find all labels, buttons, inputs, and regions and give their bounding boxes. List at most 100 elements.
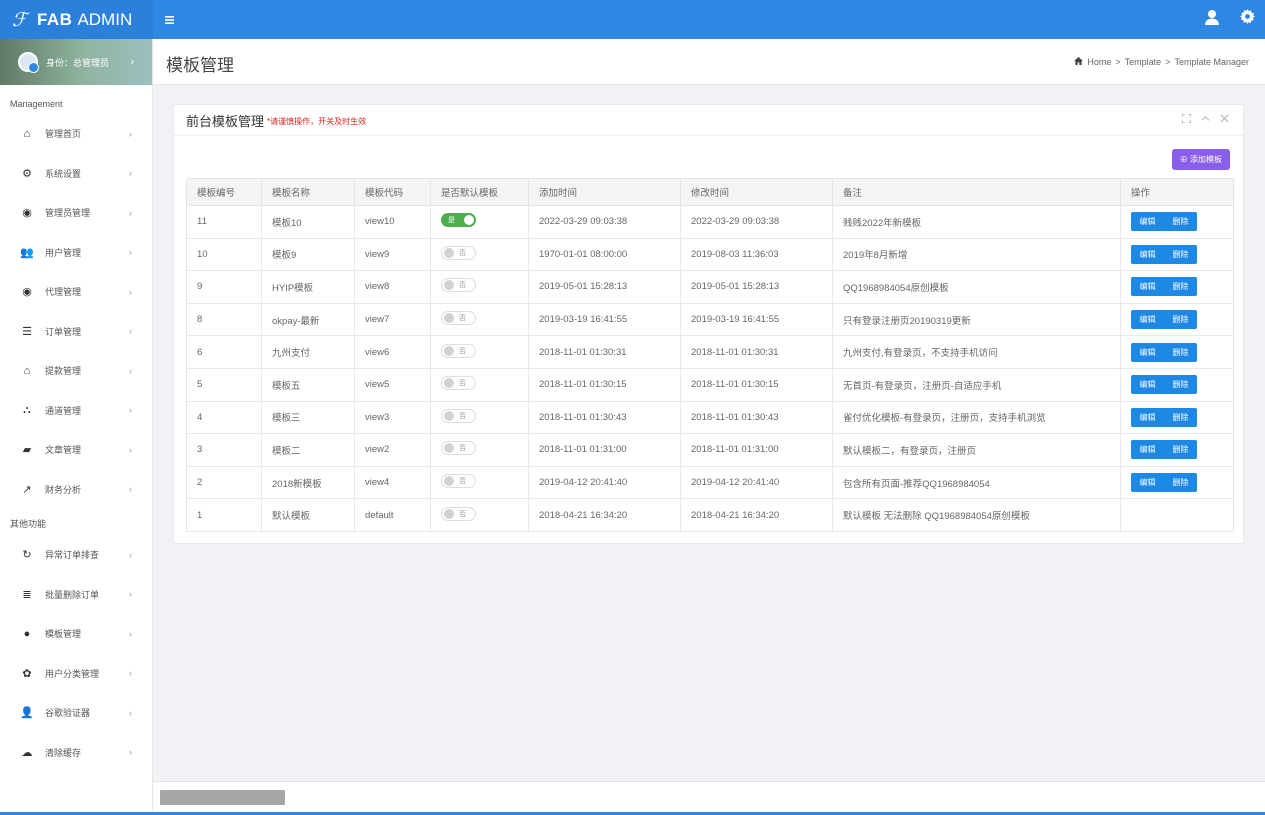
delete-button[interactable]: 删除 [1164, 342, 1197, 362]
close-icon[interactable] [1220, 114, 1229, 126]
horizontal-scrollbar[interactable] [160, 790, 285, 805]
delete-button[interactable]: 删除 [1164, 440, 1197, 460]
default-toggle[interactable]: 否 [441, 343, 476, 358]
sidebar-item-bag[interactable]: ⌂ 提款管理 › [0, 351, 152, 391]
cell-default: 否 [430, 400, 529, 435]
cell-modified-time: 2018-11-01 01:31:00 [680, 433, 833, 467]
breadcrumb-template[interactable]: Template [1125, 57, 1162, 67]
toggle-knob [444, 378, 454, 389]
cell-added-time: 2019-05-01 15:28:13 [528, 270, 681, 304]
cell-added-time: 2018-11-01 01:30:31 [528, 335, 681, 369]
cell-note: 默认模板 无法删除 QQ1968984054原创模板 [832, 498, 1121, 532]
cell-id: 9 [186, 270, 262, 304]
cell-note: 只有登录注册页20190319更新 [832, 302, 1121, 337]
sidebar-item-label: 财务分析 [45, 484, 82, 495]
sidebar-item-label: 谷歌验证器 [45, 708, 91, 719]
cell-modified-time: 2019-05-01 15:28:13 [680, 270, 833, 304]
toggle-knob [444, 410, 454, 421]
cell-name: HYIP模板 [261, 270, 355, 304]
delete-button[interactable]: 删除 [1164, 212, 1197, 232]
panel-header: 前台模板管理 *请谨慎操作，开关及时生效 [174, 105, 1243, 136]
edit-button[interactable]: 编辑 [1131, 375, 1164, 395]
edit-button[interactable]: 编辑 [1131, 310, 1164, 330]
delete-button[interactable]: 删除 [1164, 473, 1197, 493]
default-toggle[interactable]: 否 [441, 506, 476, 521]
hamburger-icon[interactable] [165, 12, 174, 27]
sidebar-item-cogs[interactable]: ⚙ 系统设置 › [0, 154, 152, 194]
toggle-text: 否 [459, 445, 466, 453]
user-circle-icon: ◉ [22, 286, 32, 299]
collapse-icon[interactable] [1201, 114, 1210, 126]
cell-actions: 编辑 删除 [1120, 400, 1234, 435]
cell-default: 否 [430, 302, 529, 337]
delete-button[interactable]: 删除 [1164, 310, 1197, 330]
sidebar-item-bank[interactable]: ⛬ 通道管理 › [0, 391, 152, 431]
cell-added-time: 2019-03-19 16:41:55 [528, 302, 681, 337]
edit-button[interactable]: 编辑 [1131, 244, 1164, 264]
default-toggle[interactable]: 否 [441, 376, 476, 391]
delete-button[interactable]: 删除 [1164, 407, 1197, 427]
default-toggle[interactable]: 否 [441, 245, 476, 260]
sidebar-item-refresh[interactable]: ↻ 异常订单排查 › [0, 535, 152, 575]
sidebar-item-user-circle[interactable]: ◉ 管理员管理 › [0, 193, 152, 233]
edit-button[interactable]: 编辑 [1131, 407, 1164, 427]
cell-id: 2 [186, 465, 262, 500]
default-toggle[interactable]: 否 [441, 441, 476, 456]
toggle-knob [444, 280, 454, 291]
cell-modified-time: 2018-11-01 01:30:31 [680, 335, 833, 369]
sidebar-item-user[interactable]: 👤 谷歌验证器 › [0, 693, 152, 733]
sidebar: 身份：总管理员 › Management ⌂ 管理首页 › ⚙ 系统设置 › ◉ 管理员管理 ›… [0, 39, 153, 815]
cell-default: 否 [430, 433, 529, 467]
profile-bar[interactable]: 身份：总管理员 › [0, 39, 152, 85]
toggle-text: 否 [459, 510, 466, 518]
sidebar-item-label: 模板管理 [45, 629, 82, 640]
sidebar-item-label: 管理首页 [45, 129, 82, 140]
toggle-knob [444, 443, 454, 454]
toggle-text: 否 [459, 282, 466, 290]
default-toggle[interactable]: 否 [441, 311, 476, 326]
add-template-button[interactable]: ⊕ 添加模板 [1171, 149, 1230, 170]
default-toggle[interactable]: 否 [441, 408, 476, 423]
default-toggle[interactable]: 是 [441, 213, 476, 228]
sidebar-item-user-circle[interactable]: ◉ 代理管理 › [0, 272, 152, 312]
breadcrumb-home[interactable]: Home [1087, 57, 1111, 67]
delete-button[interactable]: 删除 [1164, 375, 1197, 395]
gear-icon[interactable] [1240, 9, 1255, 28]
sidebar-item-label: 清除缓存 [45, 747, 82, 758]
cell-actions: 编辑 删除 [1120, 465, 1234, 500]
sidebar-item-home[interactable]: ⌂ 管理首页 › [0, 114, 152, 154]
cell-id: 3 [186, 433, 262, 467]
sidebar-item-chart-line[interactable]: ↗ 财务分析 › [0, 470, 152, 510]
cell-modified-time: 2019-08-03 11:36:03 [680, 237, 833, 272]
edit-button[interactable]: 编辑 [1131, 342, 1164, 362]
chevron-right-icon: › [129, 668, 132, 679]
sidebar-item-wechat[interactable]: ✿ 用户分类管理 › [0, 654, 152, 694]
sidebar-item-apple[interactable]: ● 模板管理 › [0, 614, 152, 654]
sidebar-item-bars[interactable]: ≣ 批量删除订单 › [0, 575, 152, 615]
sidebar-item-label: 通道管理 [45, 405, 82, 416]
user-icon[interactable] [1204, 9, 1220, 28]
table-row: 8 okpay-最新 view7 否 2019-03-19 16:41:55 2019-0… [186, 302, 1234, 337]
default-toggle[interactable]: 否 [441, 278, 476, 293]
cell-actions [1120, 498, 1234, 532]
expand-icon[interactable] [1182, 114, 1191, 126]
sidebar-item-list[interactable]: ☰ 订单管理 › [0, 312, 152, 352]
sidebar-item-book[interactable]: ▰ 文章管理 › [0, 430, 152, 470]
delete-button[interactable]: 删除 [1164, 277, 1197, 297]
role-label: 身份：总管理员 [46, 57, 110, 68]
sidebar-item-label: 文章管理 [45, 445, 82, 456]
edit-button[interactable]: 编辑 [1131, 212, 1164, 232]
edit-button[interactable]: 编辑 [1131, 277, 1164, 297]
edit-button[interactable]: 编辑 [1131, 440, 1164, 460]
template-panel: 前台模板管理 *请谨慎操作，开关及时生效 ⊕ 添加模板 模板编号 模板名称 模板… [173, 104, 1244, 544]
brand[interactable]: ℱ FAB ADMIN [0, 0, 153, 39]
column-header: 添加时间 [528, 178, 681, 206]
sidebar-item-cloud[interactable]: ☁ 清除缓存 › [0, 733, 152, 773]
edit-button[interactable]: 编辑 [1131, 473, 1164, 493]
delete-button[interactable]: 删除 [1164, 244, 1197, 264]
toggle-text: 否 [459, 347, 466, 355]
sidebar-item-label: 提款管理 [45, 366, 82, 377]
sidebar-item-users[interactable]: 👥 用户管理 › [0, 233, 152, 273]
section-title-management: Management [10, 99, 63, 109]
default-toggle[interactable]: 否 [441, 474, 476, 489]
